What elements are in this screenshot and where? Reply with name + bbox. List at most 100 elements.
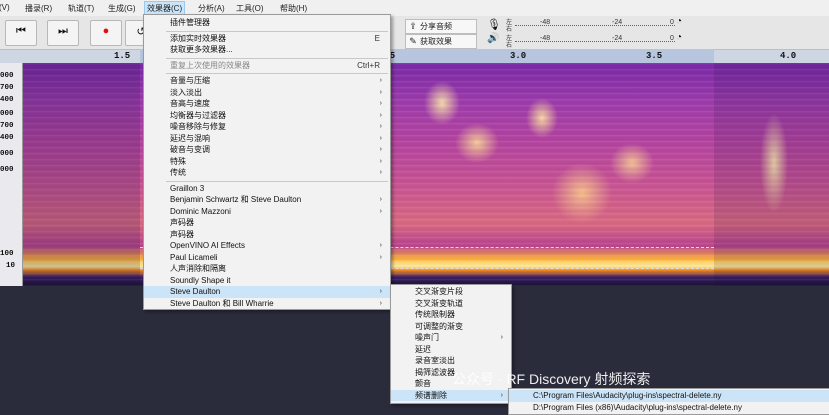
steve-daulton-menu-item-label: 交叉渐变片段 (415, 287, 463, 296)
effects-menu-item[interactable]: 添加实时效果器 E (144, 33, 390, 45)
frequency-axis: 000 700 400 000 700 400 000 000 100 10 (0, 63, 23, 286)
effects-menu-item[interactable]: 均衡器与过滤器 › (144, 110, 390, 122)
submenu-arrow-icon: › (379, 207, 382, 215)
menu-separator (166, 73, 388, 74)
submenu-arrow-icon: › (500, 391, 503, 399)
submenu-arrow-icon: › (379, 196, 382, 203)
effects-menu-item-label: 均衡器与过滤器 (170, 110, 226, 120)
menu-analyze[interactable]: 分析(A) (198, 3, 225, 14)
steve-daulton-menu-item[interactable]: 传统限制器 (391, 309, 511, 321)
play-volume-knob-icon[interactable]: ◔ (676, 32, 682, 43)
steve-daulton-menu-item[interactable]: 延迟 (391, 344, 511, 356)
speaker-icon[interactable]: 🔊 (487, 33, 499, 44)
submenu-arrow-icon: › (379, 299, 382, 307)
steve-daulton-menu-item-label: 传统限制器 (415, 310, 455, 319)
effects-menu-item[interactable]: Steve Daulton 和 Bill Wharrie › (144, 298, 390, 310)
steve-daulton-menu-item-label: 可调整的渐变 (415, 321, 463, 331)
menu-generate[interactable]: 生成(G) (108, 3, 136, 14)
submenu-arrow-icon: › (379, 146, 382, 153)
microphone-icon[interactable]: 🎙 (487, 18, 501, 31)
skip-start-button[interactable]: ⏮ (5, 20, 37, 46)
ruler-tick: 3.0 (510, 51, 527, 61)
record-button[interactable]: ● (90, 20, 122, 46)
skip-start-icon: ⏮ (16, 25, 26, 37)
steve-daulton-menu-item-label: 交叉渐变轨道 (415, 298, 463, 308)
effects-icon: ✎ (409, 36, 417, 46)
effects-menu-item[interactable]: 音高与速度 › (144, 98, 390, 110)
freq-label: 700 (0, 122, 14, 130)
effects-menu-item[interactable]: Steve Daulton › (144, 286, 390, 298)
effects-menu-item[interactable]: 延迟与混响 › (144, 133, 390, 145)
record-meter[interactable] (515, 25, 675, 26)
effects-menu-item-label: Paul Licameli (170, 252, 218, 262)
effects-menu-item-label: 插件管理器 (170, 18, 210, 27)
effects-menu-item-label: 淡入淡出 (170, 87, 202, 97)
effects-menu-item[interactable]: OpenVINO AI Effects › (144, 240, 390, 252)
ruler-tick: 3.5 (646, 51, 663, 61)
playback-meter[interactable] (515, 41, 675, 42)
effects-menu-item[interactable]: Soundly Shape it (144, 275, 390, 287)
skip-end-button[interactable]: ⏭ (47, 20, 79, 46)
effects-menu-item[interactable]: Benjamin Schwartz 和 Steve Daulton › (144, 194, 390, 206)
steve-daulton-menu-item-label: 延迟 (415, 344, 431, 354)
effects-menu-item-label: Steve Daulton 和 Bill Wharrie (170, 298, 274, 308)
get-effects-button[interactable]: ✎ 获取效果 (405, 34, 477, 49)
steve-daulton-menu-item[interactable]: 交叉渐变片段 (391, 286, 511, 298)
record-icon: ● (102, 25, 110, 37)
menu-bar: (V) 播录(R) 轨道(T) 生成(G) 效果器(C) 分析(A) 工具(O)… (0, 0, 829, 17)
effects-menu-item-label: 延迟与混响 (170, 133, 210, 143)
submenu-arrow-icon: › (500, 334, 503, 341)
upload-icon: ⇪ (409, 21, 417, 31)
steve-daulton-menu-item[interactable]: 噪声门 › (391, 332, 511, 344)
menu-help[interactable]: 帮助(H) (280, 3, 307, 14)
freq-label: 10 (6, 262, 16, 270)
effects-menu-item[interactable]: 获取更多效果器... (144, 44, 390, 56)
freq-label: 100 (0, 250, 14, 258)
play-meter-tick: -48 (540, 35, 551, 42)
effects-menu-item[interactable]: Dominic Mazzoni › (144, 206, 390, 218)
unselected-region (22, 63, 140, 286)
effects-menu-item-label: 添加实时效果器 (170, 33, 226, 43)
spectral-delete-menu-item[interactable]: C:\Program Files\Audacity\plug-ins\spect… (509, 390, 829, 402)
effects-menu-item-label: OpenVINO AI Effects (170, 241, 245, 250)
menu-view[interactable]: (V) (0, 3, 10, 12)
steve-daulton-menu-item-label: 颤音 (415, 379, 431, 388)
effects-menu-item[interactable]: 噪音移除与修复 › (144, 121, 390, 133)
steve-daulton-menu-item[interactable]: 频谱删除 › (391, 389, 511, 401)
steve-daulton-menu-item[interactable]: 录音室淡出 (391, 355, 511, 367)
share-audio-button[interactable]: ⇪ 分享音频 (405, 19, 477, 34)
effects-menu-item[interactable]: 插件管理器 (144, 17, 390, 29)
rec-meter-tick: -24 (612, 19, 623, 26)
menu-tools[interactable]: 工具(O) (236, 3, 264, 14)
menu-record[interactable]: 播录(R) (25, 3, 52, 14)
rec-volume-knob-icon[interactable]: ◔ (676, 16, 682, 27)
freq-label: 400 (0, 96, 14, 104)
share-audio-label: 分享音频 (420, 22, 452, 31)
submenu-arrow-icon: › (379, 157, 382, 165)
steve-daulton-menu-item[interactable]: 交叉渐变轨道 (391, 298, 511, 310)
toolbar: ⏮ ⏭ ● ↺ ⇪ 分享音频 ✎ 获取效果 🎙 🔊 左 右 左 右 -48 -24 … (0, 16, 829, 49)
effects-menu-item[interactable]: 特殊 › (144, 156, 390, 168)
effects-menu-item[interactable]: Graillon 3 (144, 183, 390, 195)
get-effects-label: 获取效果 (420, 37, 452, 46)
effects-menu-item[interactable]: 音量与压缩 › (144, 75, 390, 87)
watermark: 公众号 · RF Discovery 射频探索 (452, 371, 651, 387)
effects-menu-item-label: Benjamin Schwartz 和 Steve Daulton (170, 195, 302, 204)
skip-end-icon: ⏭ (58, 25, 68, 37)
spectral-delete-menu-item[interactable]: D:\Program Files (x86)\Audacity\plug-ins… (509, 402, 829, 414)
freq-label: 400 (0, 134, 14, 142)
effects-menu-item[interactable]: 人声消除和隔离 (144, 263, 390, 275)
effects-menu-item[interactable]: 破音与变调 › (144, 144, 390, 156)
steve-daulton-menu-item-label: 频谱删除 (415, 390, 447, 400)
effects-menu-item[interactable]: 声码器 (144, 229, 390, 241)
ruler-tick: 4.0 (780, 51, 797, 61)
steve-daulton-menu-item-label: 噪声门 (415, 333, 439, 342)
effects-menu-item[interactable]: 传统 › (144, 167, 390, 179)
effects-menu-item[interactable]: Paul Licameli › (144, 252, 390, 264)
shortcut-label: E (374, 33, 380, 43)
effects-menu-item: 重复上次使用的效果器 Ctrl+R (144, 60, 390, 72)
steve-daulton-menu-item[interactable]: 可调整的渐变 (391, 321, 511, 333)
effects-menu-item[interactable]: 淡入淡出 › (144, 87, 390, 99)
effects-menu-item[interactable]: 声码器 (144, 217, 390, 229)
menu-tracks[interactable]: 轨道(T) (68, 3, 94, 14)
